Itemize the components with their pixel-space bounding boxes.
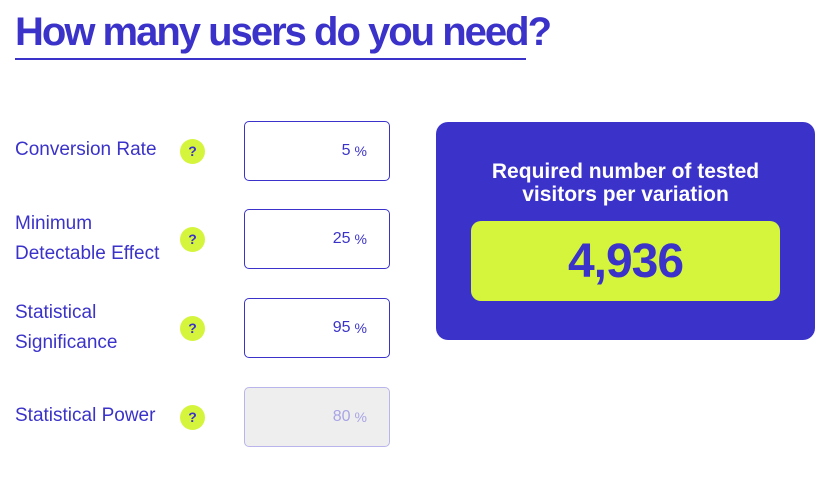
minimum-detectable-effect-label: Minimum Detectable Effect <box>15 209 180 269</box>
result-value: 4,936 <box>567 234 684 288</box>
result-heading-line1: Required number of tested <box>491 160 760 183</box>
minimum-detectable-effect-help-icon[interactable]: ? <box>180 227 205 252</box>
page-title: How many users do you need? <box>15 10 552 54</box>
statistical-power-help-icon[interactable]: ? <box>180 405 205 430</box>
conversion-rate-input[interactable]: 5 % <box>244 121 390 181</box>
result-heading-line2: visitors per variation <box>522 183 729 206</box>
minimum-detectable-effect-input[interactable]: 25 % <box>244 209 390 269</box>
conversion-rate-label: Conversion Rate <box>15 135 180 165</box>
conversion-rate-unit: % <box>354 143 367 159</box>
statistical-significance-unit: % <box>354 320 367 336</box>
minimum-detectable-effect-value: 25 <box>332 230 351 247</box>
statistical-power-input: 80 % <box>244 387 390 447</box>
conversion-rate-value: 5 <box>341 142 351 159</box>
statistical-significance-value: 95 <box>332 319 351 336</box>
minimum-detectable-effect-label-line1: Minimum <box>15 213 93 234</box>
statistical-power-unit: % <box>354 409 367 425</box>
statistical-significance-label-line2: Significance <box>15 332 118 353</box>
result-card: Required number of tested visitors per v… <box>436 122 815 340</box>
conversion-rate-help-icon[interactable]: ? <box>180 139 205 164</box>
statistical-significance-label-line1: Statistical <box>15 302 97 323</box>
conversion-rate-label-text: Conversion Rate <box>15 139 157 160</box>
minimum-detectable-effect-label-line2: Detectable Effect <box>15 243 160 264</box>
minimum-detectable-effect-unit: % <box>354 231 367 247</box>
statistical-power-value: 80 <box>332 408 351 425</box>
result-value-box: 4,936 <box>471 221 780 301</box>
statistical-significance-input[interactable]: 95 % <box>244 298 390 358</box>
statistical-power-label-text: Statistical Power <box>15 405 156 426</box>
statistical-significance-help-icon[interactable]: ? <box>180 316 205 341</box>
statistical-significance-label: Statistical Significance <box>15 298 180 358</box>
result-heading: Required number of tested visitors per v… <box>436 160 815 206</box>
statistical-power-label: Statistical Power <box>15 401 180 431</box>
title-underline <box>15 58 526 60</box>
